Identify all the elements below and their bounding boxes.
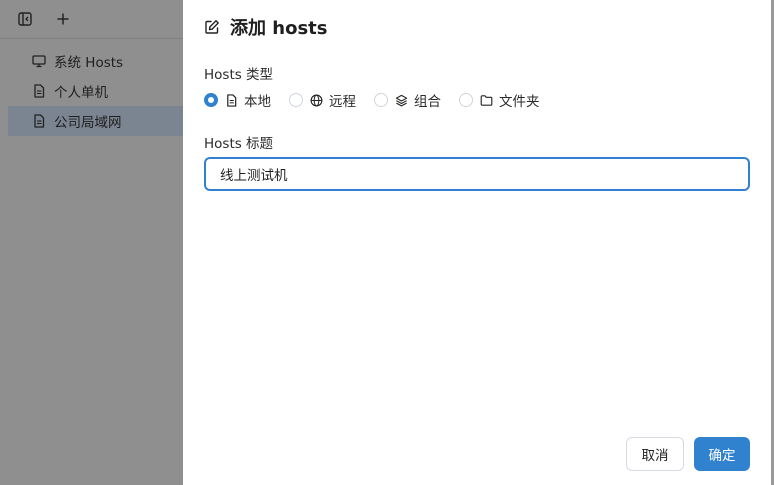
file-icon bbox=[32, 84, 46, 98]
sidebar-item-system-hosts[interactable]: 系统 Hosts bbox=[0, 46, 183, 76]
radio-label: 本地 bbox=[244, 94, 271, 110]
radio-remote[interactable]: 远程 bbox=[289, 90, 356, 110]
radio-button[interactable] bbox=[459, 93, 473, 107]
radio-button[interactable] bbox=[374, 93, 388, 107]
layers-icon bbox=[394, 93, 408, 107]
sidebar-item-label: 公司局域网 bbox=[54, 115, 122, 131]
radio-label: 文件夹 bbox=[499, 94, 540, 110]
hosts-title-label: Hosts 标题 bbox=[204, 136, 274, 152]
ok-button[interactable]: 确定 bbox=[694, 437, 750, 471]
radio-folder[interactable]: 文件夹 bbox=[459, 90, 540, 110]
sidebar-item-company-lan[interactable]: 公司局域网 bbox=[8, 106, 183, 136]
file-icon bbox=[224, 93, 238, 107]
radio-label: 远程 bbox=[329, 94, 356, 110]
hosts-type-label: Hosts 类型 bbox=[204, 67, 274, 83]
sidebar-item-label: 个人单机 bbox=[54, 85, 108, 101]
radio-local[interactable]: 本地 bbox=[204, 90, 271, 110]
hosts-list: 系统 Hosts 个人单机 公司局域网 bbox=[0, 46, 183, 136]
file-icon bbox=[32, 114, 46, 128]
radio-button[interactable] bbox=[204, 93, 218, 107]
sidebar: 系统 Hosts 个人单机 公司局域网 bbox=[0, 0, 183, 485]
radio-button[interactable] bbox=[289, 93, 303, 107]
globe-icon bbox=[309, 93, 323, 107]
monitor-icon bbox=[32, 54, 46, 68]
sidebar-item-label: 系统 Hosts bbox=[54, 55, 124, 71]
drawer-header: 添加 hosts bbox=[204, 14, 327, 40]
folder-icon bbox=[479, 93, 493, 107]
hosts-title-input[interactable] bbox=[204, 157, 750, 191]
add-hosts-drawer: 添加 hosts Hosts 类型 本地 远程 组合 文件夹 Hosts 标题 … bbox=[183, 0, 774, 485]
edit-icon bbox=[204, 19, 220, 35]
cancel-button[interactable]: 取消 bbox=[626, 437, 684, 471]
drawer-title: 添加 hosts bbox=[230, 18, 328, 39]
sidebar-toolbar bbox=[0, 0, 183, 39]
radio-group-type[interactable]: 组合 bbox=[374, 90, 441, 110]
radio-label: 组合 bbox=[414, 94, 441, 110]
sidebar-item-personal[interactable]: 个人单机 bbox=[0, 76, 183, 106]
plus-icon[interactable] bbox=[54, 10, 72, 28]
hosts-type-radio-group: 本地 远程 组合 文件夹 bbox=[204, 90, 540, 110]
sidebar-toggle-icon[interactable] bbox=[16, 10, 34, 28]
